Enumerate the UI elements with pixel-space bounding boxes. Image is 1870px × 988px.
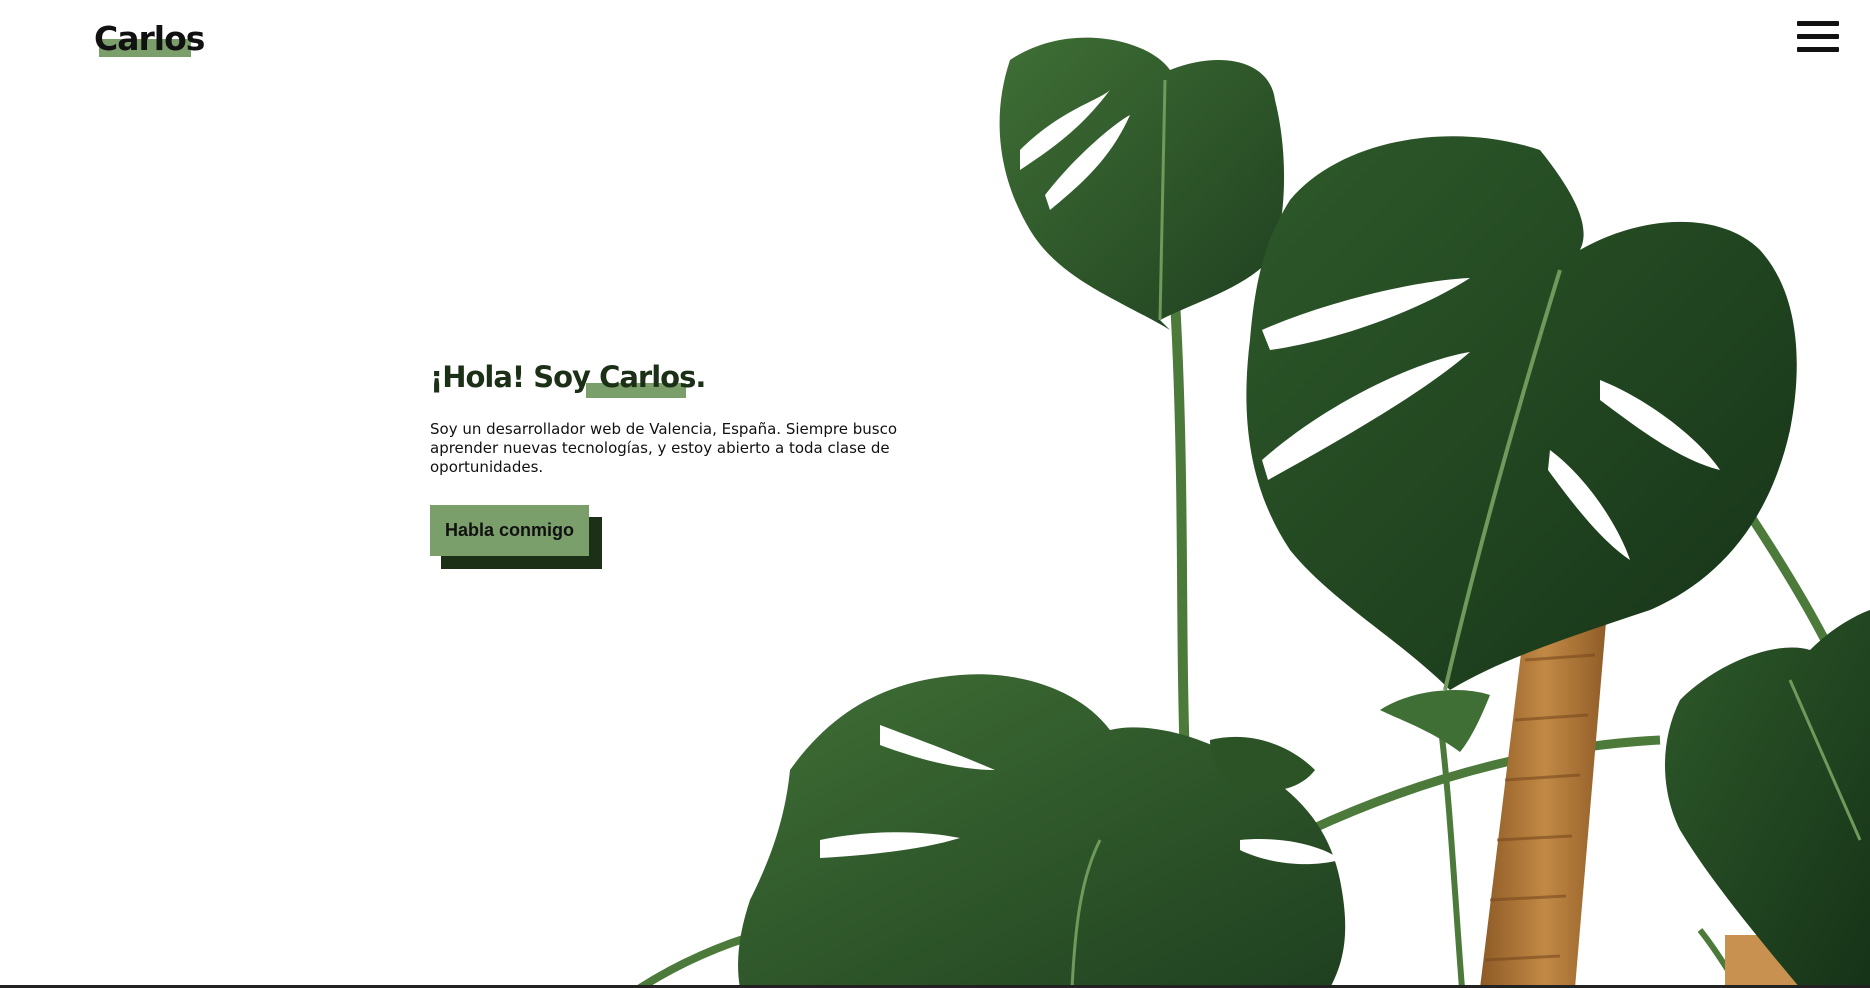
site-logo[interactable]: Carlos [94, 18, 205, 60]
menu-bar [1797, 47, 1839, 52]
menu-bar [1797, 34, 1839, 39]
monstera-plant-image [637, 37, 1870, 988]
hero-title: ¡Hola! Soy Carlos. [430, 352, 910, 402]
page: Carlos ¡Hola! Soy Carlos. Soy un desarro… [0, 0, 1870, 988]
contact-button[interactable]: Habla conmigo [430, 505, 589, 556]
hero-description: Soy un desarrollador web de Valencia, Es… [430, 420, 897, 476]
hamburger-menu-icon[interactable] [1797, 20, 1839, 54]
hero-section: ¡Hola! Soy Carlos. Soy un desarrollador … [430, 352, 910, 569]
menu-bar [1797, 21, 1839, 26]
cta-container: Habla conmigo [430, 505, 602, 569]
hero-title-name: Carlos. [599, 360, 706, 394]
hero-title-prefix: ¡Hola! Soy [430, 360, 600, 394]
